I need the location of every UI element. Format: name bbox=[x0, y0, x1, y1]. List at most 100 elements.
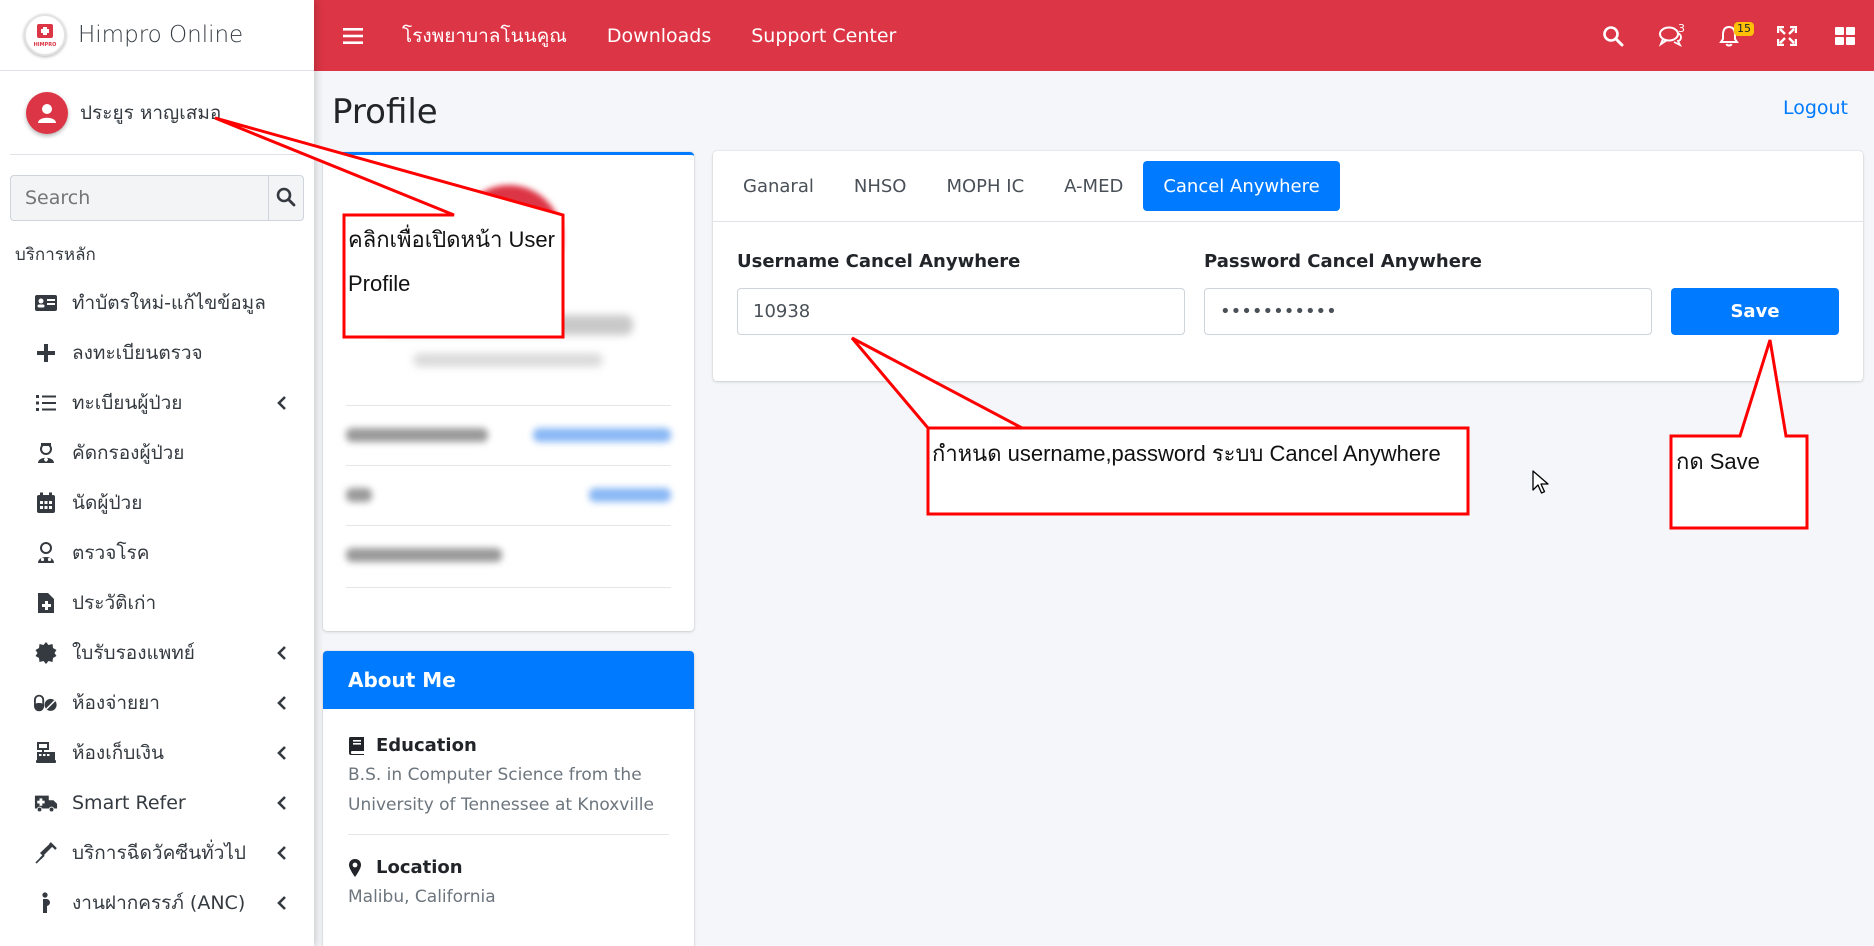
sidebar-item-label: ห้องเก็บเงิน bbox=[72, 742, 165, 764]
profile-name-blurred bbox=[383, 315, 633, 335]
sidebar-item-register[interactable]: ลงทะเบียนตรวจ bbox=[0, 328, 314, 378]
pills-icon bbox=[34, 691, 58, 715]
settings-card: Ganaral NHSO MOPH IC A-MED Cancel Anywhe… bbox=[713, 151, 1863, 381]
sidebar-item-label: บริการฉีดวัคซีนทั่วไป bbox=[72, 842, 246, 864]
sidebar-item-label: ทะเบียนผู้ป่วย bbox=[72, 392, 183, 414]
list-icon bbox=[34, 391, 58, 415]
nav-link-downloads[interactable]: Downloads bbox=[607, 25, 711, 47]
mouse-cursor-icon bbox=[1532, 470, 1550, 500]
sidebar-item-cashier[interactable]: ห้องเก็บเงิน bbox=[0, 728, 314, 778]
education-title: Education bbox=[376, 735, 477, 756]
tab-nhso[interactable]: NHSO bbox=[834, 161, 927, 211]
sidebar-item-history[interactable]: ประวัติเก่า bbox=[0, 578, 314, 628]
certificate-icon bbox=[34, 641, 58, 665]
sidebar-item-label: ลงทะเบียนตรวจ bbox=[72, 342, 203, 364]
sidebar-item-appointment[interactable]: นัดผู้ป่วย bbox=[0, 478, 314, 528]
sidebar-item-med-certificate[interactable]: ใบรับรองแพทย์ bbox=[0, 628, 314, 678]
nurse-icon bbox=[34, 441, 58, 465]
profile-row bbox=[346, 587, 671, 631]
pregnant-icon bbox=[34, 891, 58, 915]
sidebar-item-screening[interactable]: คัดกรองผู้ป่วย bbox=[0, 428, 314, 478]
profile-row bbox=[346, 405, 671, 465]
annotation-credentials-note: กำหนด username,password ระบบ Cancel Anyw… bbox=[932, 441, 1441, 466]
page-title: Profile bbox=[332, 92, 438, 132]
menu-toggle-icon[interactable] bbox=[340, 23, 366, 49]
fullscreen-icon[interactable] bbox=[1758, 0, 1816, 71]
book-icon bbox=[348, 736, 368, 756]
notifications-count: 15 bbox=[1734, 22, 1754, 36]
sidebar-item-label: ประวัติเก่า bbox=[72, 592, 157, 614]
education-heading: Education bbox=[348, 735, 669, 756]
settings-tabs: Ganaral NHSO MOPH IC A-MED Cancel Anywhe… bbox=[713, 151, 1863, 222]
nav-section-header: บริการหลัก bbox=[15, 245, 96, 265]
chevron-left-icon bbox=[272, 893, 292, 913]
tab-general[interactable]: Ganaral bbox=[723, 161, 834, 211]
brand-name: Himpro Online bbox=[78, 22, 244, 48]
sidebar: HIMPRO Himpro Online ประยูร หาญเสมอ บริก… bbox=[0, 0, 314, 946]
sidebar-item-label: ใบรับรองแพทย์ bbox=[72, 642, 195, 664]
about-header: About Me bbox=[323, 651, 694, 709]
username-label: Username Cancel Anywhere bbox=[737, 251, 1021, 272]
sidebar-item-pharmacy[interactable]: ห้องจ่ายยา bbox=[0, 678, 314, 728]
navbar-search-icon[interactable] bbox=[1584, 0, 1642, 71]
location-title: Location bbox=[376, 857, 463, 878]
sidebar-item-anc[interactable]: งานฝากครรภ์ (ANC) bbox=[0, 878, 314, 928]
chevron-left-icon bbox=[272, 393, 292, 413]
brand-logo-text: HIMPRO bbox=[34, 42, 57, 48]
profile-row bbox=[346, 525, 671, 585]
save-button[interactable]: Save bbox=[1671, 288, 1839, 335]
education-text: B.S. in Computer Science from the Univer… bbox=[348, 765, 654, 815]
password-label: Password Cancel Anywhere bbox=[1204, 251, 1483, 272]
nav-link-hospital[interactable]: โรงพยาบาลโนนคูณ bbox=[402, 21, 567, 51]
sidebar-item-smart-refer[interactable]: Smart Refer bbox=[0, 778, 314, 828]
nav-link-support[interactable]: Support Center bbox=[751, 25, 896, 47]
tab-a-med[interactable]: A-MED bbox=[1044, 161, 1143, 211]
notifications-icon[interactable]: 15 bbox=[1700, 0, 1758, 71]
syringe-icon bbox=[34, 841, 58, 865]
sidebar-search-button[interactable] bbox=[268, 175, 304, 221]
annotation-save-note: กด Save bbox=[1676, 449, 1760, 474]
ambulance-icon bbox=[34, 791, 58, 815]
location-text: Malibu, California bbox=[348, 887, 496, 907]
location-heading: Location bbox=[348, 857, 669, 878]
doctor-icon bbox=[34, 541, 58, 565]
annotation-profile-line2: Profile bbox=[348, 271, 411, 296]
tab-cancel-anywhere[interactable]: Cancel Anywhere bbox=[1143, 161, 1340, 211]
sidebar-item-label: คัดกรองผู้ป่วย bbox=[72, 442, 185, 464]
password-input[interactable] bbox=[1204, 288, 1652, 335]
chevron-left-icon bbox=[272, 693, 292, 713]
profile-row bbox=[346, 465, 671, 525]
user-avatar-icon[interactable] bbox=[26, 91, 68, 134]
tab-moph-ic[interactable]: MOPH IC bbox=[926, 161, 1044, 211]
sidebar-item-diagnosis[interactable]: ตรวจโรค bbox=[0, 528, 314, 578]
annotation-profile-line1: คลิกเพื่อเปิดหน้า User bbox=[348, 227, 555, 252]
plus-icon bbox=[34, 341, 58, 365]
grid-apps-icon[interactable] bbox=[1816, 0, 1874, 71]
brand-link[interactable]: HIMPRO Himpro Online bbox=[0, 0, 314, 71]
sidebar-search-input[interactable] bbox=[10, 175, 268, 221]
chevron-left-icon bbox=[272, 843, 292, 863]
calendar-icon bbox=[34, 491, 58, 515]
logout-link[interactable]: Logout bbox=[1783, 97, 1848, 119]
profile-role-blurred bbox=[413, 353, 603, 367]
messages-icon[interactable]: 3 bbox=[1642, 0, 1700, 71]
username-input[interactable] bbox=[737, 288, 1185, 335]
sidebar-item-label: Smart Refer bbox=[72, 792, 186, 814]
sidebar-item-label: ห้องจ่ายยา bbox=[72, 692, 160, 714]
map-marker-icon bbox=[348, 858, 368, 878]
id-card-icon bbox=[34, 291, 58, 315]
cash-register-icon bbox=[34, 741, 58, 765]
user-panel[interactable]: ประยูร หาญเสมอ bbox=[10, 71, 304, 155]
user-name-link[interactable]: ประยูร หาญเสมอ bbox=[80, 98, 221, 128]
chevron-left-icon bbox=[272, 793, 292, 813]
sidebar-search bbox=[10, 175, 304, 221]
about-card: About Me Education B.S. in Computer Scie… bbox=[323, 651, 694, 946]
brand-logo: HIMPRO bbox=[24, 14, 66, 56]
chevron-left-icon bbox=[272, 743, 292, 763]
sidebar-item-label: ทำบัตรใหม่-แก้ไขข้อมูล bbox=[72, 292, 266, 314]
sidebar-item-new-card[interactable]: ทำบัตรใหม่-แก้ไขข้อมูล bbox=[0, 278, 314, 328]
sidebar-item-patient-registry[interactable]: ทะเบียนผู้ป่วย bbox=[0, 378, 314, 428]
sidebar-item-vaccination[interactable]: บริการฉีดวัคซีนทั่วไป bbox=[0, 828, 314, 878]
sidebar-item-label: นัดผู้ป่วย bbox=[72, 492, 143, 514]
nav-list: ทำบัตรใหม่-แก้ไขข้อมูล ลงทะเบียนตรวจ ทะเ… bbox=[0, 278, 314, 928]
